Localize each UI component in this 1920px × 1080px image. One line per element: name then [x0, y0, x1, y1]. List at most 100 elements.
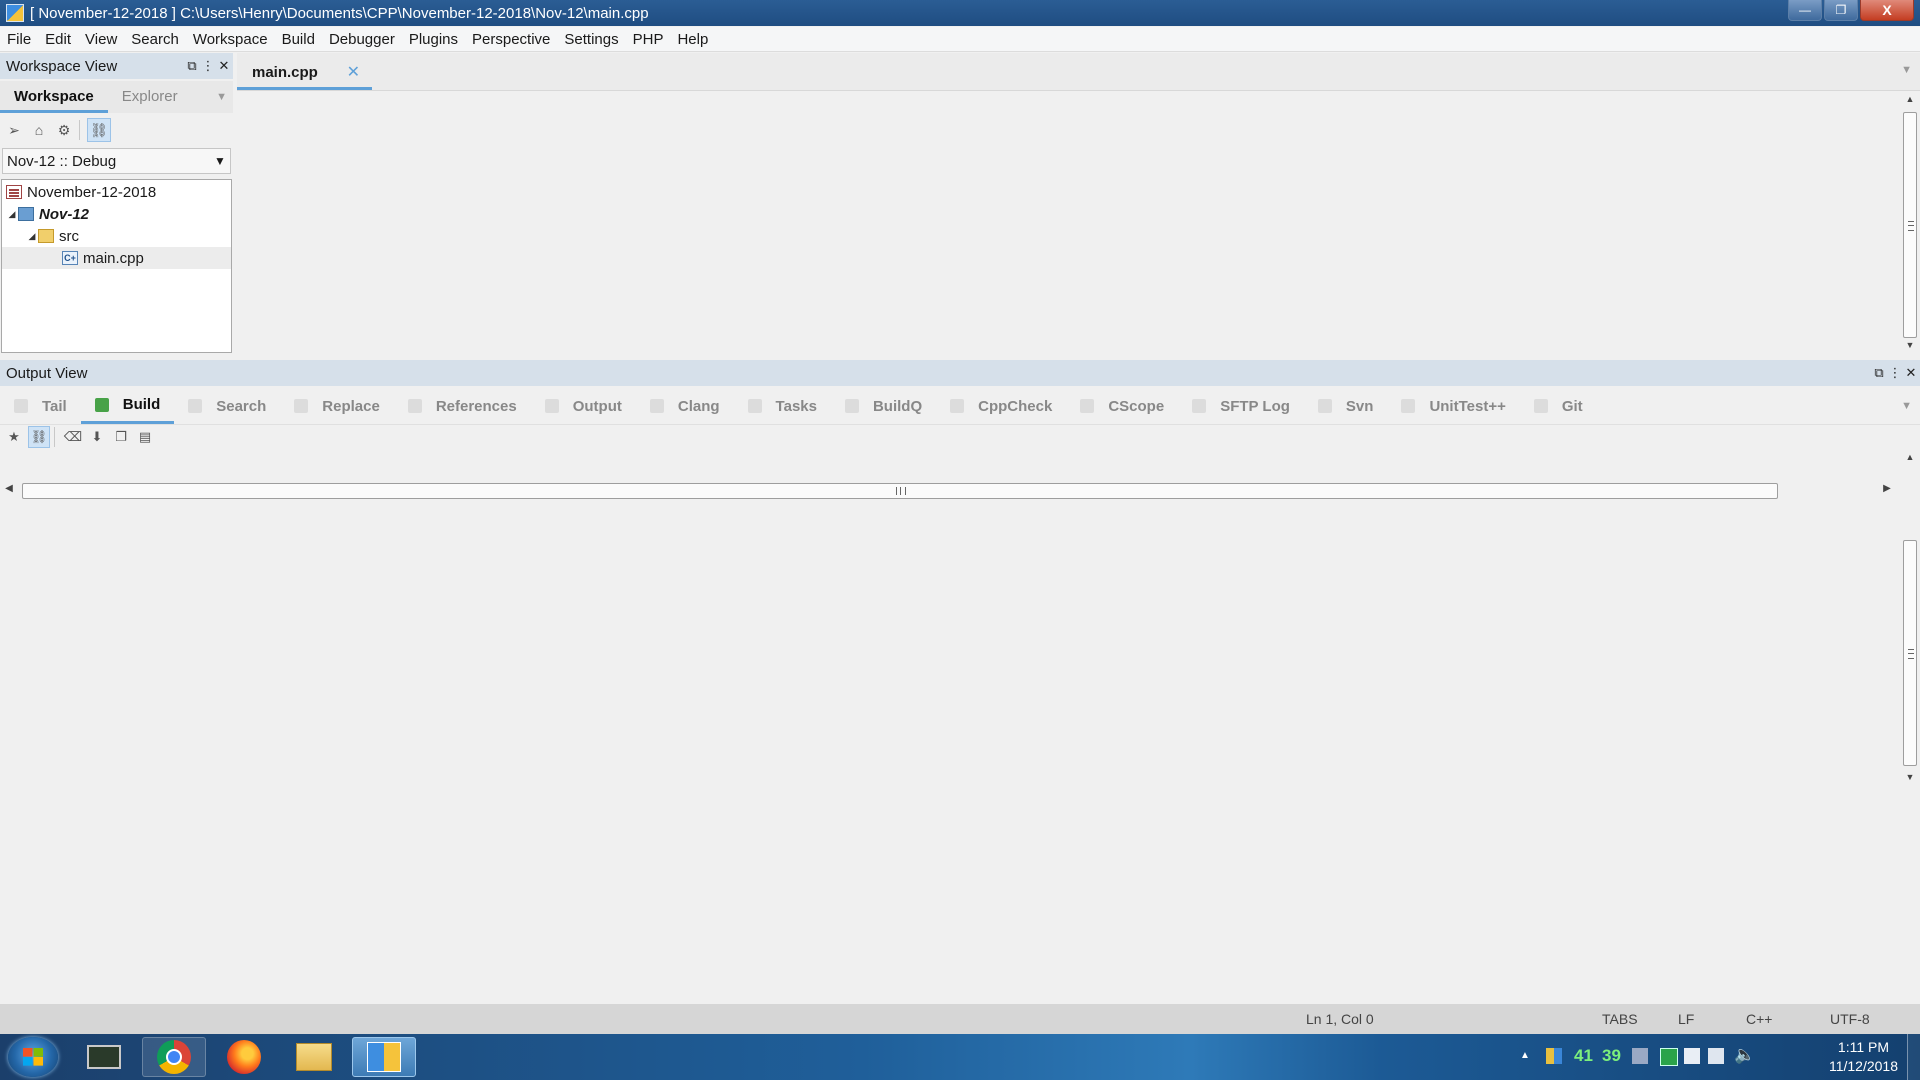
tray-value-2[interactable]: 39	[1602, 1046, 1621, 1066]
scroll-left-icon[interactable]: ◀	[0, 483, 18, 494]
minimize-button[interactable]: —	[1788, 0, 1822, 21]
file-encoding[interactable]: UTF-8	[1830, 1011, 1870, 1027]
taskbar-computer[interactable]	[72, 1037, 136, 1077]
tab-git[interactable]: Git	[1520, 388, 1597, 424]
tab-build[interactable]: Build	[80, 388, 175, 424]
tab-tasks[interactable]: Tasks	[734, 388, 831, 424]
home-icon[interactable]: ⌂	[28, 119, 50, 141]
app-tray-icon[interactable]	[1632, 1048, 1648, 1064]
editor-vertical-scrollbar[interactable]: ▲ ▼	[1901, 92, 1919, 353]
clock[interactable]: 1:11 PM 11/12/2018	[1829, 1038, 1898, 1076]
close-tab-icon[interactable]: ✕	[347, 62, 360, 82]
taskbar-explorer[interactable]	[282, 1037, 346, 1077]
output-area[interactable]	[0, 450, 1898, 1000]
menu-php[interactable]: PHP	[626, 31, 671, 48]
menu-settings[interactable]: Settings	[557, 31, 625, 48]
volume-icon[interactable]: 🔈	[1734, 1045, 1755, 1065]
detach-icon[interactable]: ⧉	[1872, 365, 1886, 381]
gear-icon[interactable]: ⚙	[53, 119, 75, 141]
tab-cscope[interactable]: CScope	[1066, 388, 1178, 424]
tab-explorer[interactable]: Explorer	[108, 81, 192, 113]
tab-references[interactable]: References	[394, 388, 531, 424]
indent-mode[interactable]: TABS	[1602, 1011, 1638, 1027]
send-icon[interactable]: ➢	[3, 119, 25, 141]
pin-icon[interactable]: ★	[4, 427, 24, 447]
close-button[interactable]: X	[1860, 0, 1914, 21]
network-flag-icon[interactable]	[1546, 1048, 1562, 1064]
tabs-menu-icon[interactable]: ▼	[1901, 400, 1912, 412]
tab-sftp-log[interactable]: SFTP Log	[1178, 388, 1304, 424]
tray-value-1[interactable]: 41	[1574, 1046, 1593, 1066]
menu-plugins[interactable]: Plugins	[402, 31, 465, 48]
line-ending[interactable]: LF	[1678, 1011, 1694, 1027]
paste-icon[interactable]: ▤	[135, 427, 155, 447]
tab-replace[interactable]: Replace	[280, 388, 394, 424]
start-button[interactable]	[8, 1037, 58, 1077]
menu-view[interactable]: View	[78, 31, 124, 48]
close-pane-icon[interactable]: ✕	[1904, 365, 1918, 381]
tree-item-label: main.cpp	[83, 249, 144, 267]
tab-label: Svn	[1345, 397, 1374, 415]
scroll-down-icon[interactable]: ▼	[1901, 340, 1919, 350]
device-icon[interactable]	[1684, 1048, 1700, 1064]
tab-workspace[interactable]: Workspace	[0, 81, 108, 113]
close-pane-icon[interactable]: ✕	[217, 58, 231, 74]
taskbar-firefox[interactable]	[212, 1037, 276, 1077]
scrollbar-thumb[interactable]	[1903, 112, 1917, 338]
scroll-up-icon[interactable]: ▲	[1901, 94, 1919, 104]
expand-arrow-icon[interactable]: ◢	[26, 231, 38, 242]
menu-help[interactable]: Help	[670, 31, 715, 48]
tab-output[interactable]: Output	[531, 388, 636, 424]
scrollbar-thumb[interactable]	[1903, 540, 1917, 766]
clear-icon[interactable]: ⌫	[63, 427, 83, 447]
tab-unittest[interactable]: UnitTest++	[1387, 388, 1519, 424]
network-icon[interactable]	[1708, 1048, 1724, 1064]
save-icon[interactable]: ⬇	[87, 427, 107, 447]
tab-search[interactable]: Search	[174, 388, 280, 424]
taskbar-codelite[interactable]	[352, 1037, 416, 1077]
expand-arrow-icon[interactable]: ◢	[6, 209, 18, 220]
menu-build[interactable]: Build	[275, 31, 322, 48]
maximize-button[interactable]: ❐	[1824, 0, 1858, 21]
tab-cppcheck[interactable]: CppCheck	[936, 388, 1066, 424]
tree-item-project[interactable]: ◢ Nov-12	[2, 203, 231, 225]
tab-buildq[interactable]: BuildQ	[831, 388, 936, 424]
file-language[interactable]: C++	[1746, 1011, 1772, 1027]
tab-label: UnitTest++	[1429, 397, 1506, 415]
tab-svn[interactable]: Svn	[1304, 388, 1388, 424]
copy-icon[interactable]: ❐	[111, 427, 131, 447]
output-horizontal-scrollbar[interactable]: ◀ ▶	[0, 481, 1898, 501]
menu-workspace[interactable]: Workspace	[186, 31, 275, 48]
menu-edit[interactable]: Edit	[38, 31, 78, 48]
build-config-select[interactable]: Nov-12 :: Debug ▼	[2, 148, 231, 174]
link-icon[interactable]: ⛓	[28, 426, 50, 448]
tree-item-src[interactable]: ◢ src	[2, 225, 231, 247]
link-icon[interactable]: ⛓	[87, 118, 111, 142]
taskbar-chrome[interactable]	[142, 1037, 206, 1077]
battery-icon[interactable]	[1660, 1048, 1678, 1066]
tree-item-main-cpp[interactable]: C+ main.cpp	[2, 247, 231, 269]
pane-menu-icon[interactable]: ⋮	[201, 58, 215, 74]
editor-tab-main-cpp[interactable]: main.cpp ✕	[237, 57, 372, 90]
output-vertical-scrollbar[interactable]: ▲ ▼	[1901, 450, 1919, 790]
detach-icon[interactable]: ⧉	[185, 58, 199, 74]
scroll-right-icon[interactable]: ▶	[1878, 483, 1896, 494]
show-hidden-icons[interactable]: ▲	[1520, 1050, 1530, 1061]
cursor-position[interactable]: Ln 1, Col 0	[1306, 1011, 1374, 1027]
tab-clang[interactable]: Clang	[636, 388, 734, 424]
menu-debugger[interactable]: Debugger	[322, 31, 402, 48]
editor-area[interactable]	[237, 92, 1897, 353]
tree-item-workspace[interactable]: November-12-2018	[2, 181, 231, 203]
menu-search[interactable]: Search	[124, 31, 186, 48]
tab-tail[interactable]: Tail	[0, 388, 81, 424]
scroll-down-icon[interactable]: ▼	[1901, 772, 1919, 782]
chevron-down-icon[interactable]: ▼	[210, 154, 230, 168]
tabs-menu-icon[interactable]: ▼	[216, 91, 227, 103]
tabs-menu-icon[interactable]: ▼	[1901, 64, 1912, 76]
scroll-up-icon[interactable]: ▲	[1901, 452, 1919, 462]
scrollbar-thumb[interactable]	[22, 483, 1778, 499]
show-desktop-button[interactable]	[1907, 1034, 1920, 1080]
menu-perspective[interactable]: Perspective	[465, 31, 557, 48]
pane-menu-icon[interactable]: ⋮	[1888, 365, 1902, 381]
menu-file[interactable]: File	[0, 31, 38, 48]
